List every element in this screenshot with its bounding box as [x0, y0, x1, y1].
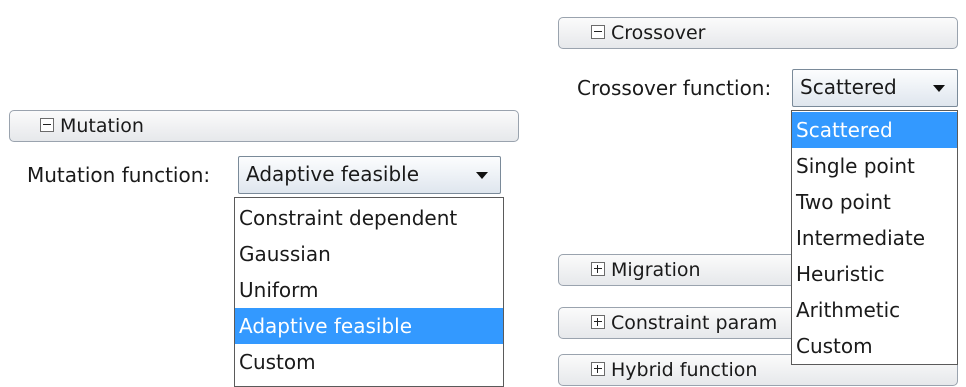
crossover-option-single-point[interactable]: Single point: [792, 148, 957, 184]
crossover-option-custom[interactable]: Custom: [792, 328, 957, 364]
crossover-function-select[interactable]: Scattered: [792, 69, 958, 107]
collapse-minus-icon[interactable]: [591, 25, 605, 39]
mutation-function-select[interactable]: Adaptive feasible: [238, 156, 501, 194]
migration-section-title: Migration: [611, 259, 701, 281]
crossover-option-arithmetic[interactable]: Arithmetic: [792, 292, 957, 328]
mutation-selected-value: Adaptive feasible: [246, 162, 420, 186]
mutation-section-header[interactable]: Mutation: [9, 110, 519, 142]
mutation-option-custom[interactable]: Custom: [235, 344, 503, 380]
chevron-down-icon[interactable]: [933, 85, 945, 92]
crossover-section-title: Crossover: [611, 22, 706, 44]
crossover-function-label: Crossover function:: [577, 76, 772, 100]
crossover-option-intermediate[interactable]: Intermediate: [792, 220, 957, 256]
mutation-option-adaptive-feasible[interactable]: Adaptive feasible: [235, 308, 503, 344]
crossover-selected-value: Scattered: [800, 75, 897, 99]
mutation-section-title: Mutation: [60, 115, 144, 137]
constraint-parameters-section-title: Constraint param: [611, 312, 778, 334]
expand-plus-icon[interactable]: [591, 315, 605, 329]
mutation-option-uniform[interactable]: Uniform: [235, 272, 503, 308]
collapse-minus-icon[interactable]: [40, 118, 54, 132]
mutation-function-label: Mutation function:: [27, 163, 211, 187]
crossover-section-header[interactable]: Crossover: [558, 17, 958, 49]
hybrid-function-section-title: Hybrid function: [611, 359, 758, 381]
mutation-options-list: Constraint dependent Gaussian Uniform Ad…: [234, 197, 504, 387]
expand-plus-icon[interactable]: [591, 362, 605, 376]
crossover-options-list: Scattered Single point Two point Interme…: [791, 110, 958, 365]
mutation-option-constraint-dependent[interactable]: Constraint dependent: [235, 200, 503, 236]
expand-plus-icon[interactable]: [591, 262, 605, 276]
crossover-option-two-point[interactable]: Two point: [792, 184, 957, 220]
chevron-down-icon[interactable]: [476, 172, 488, 179]
crossover-option-heuristic[interactable]: Heuristic: [792, 256, 957, 292]
mutation-option-gaussian[interactable]: Gaussian: [235, 236, 503, 272]
crossover-option-scattered[interactable]: Scattered: [792, 112, 957, 148]
